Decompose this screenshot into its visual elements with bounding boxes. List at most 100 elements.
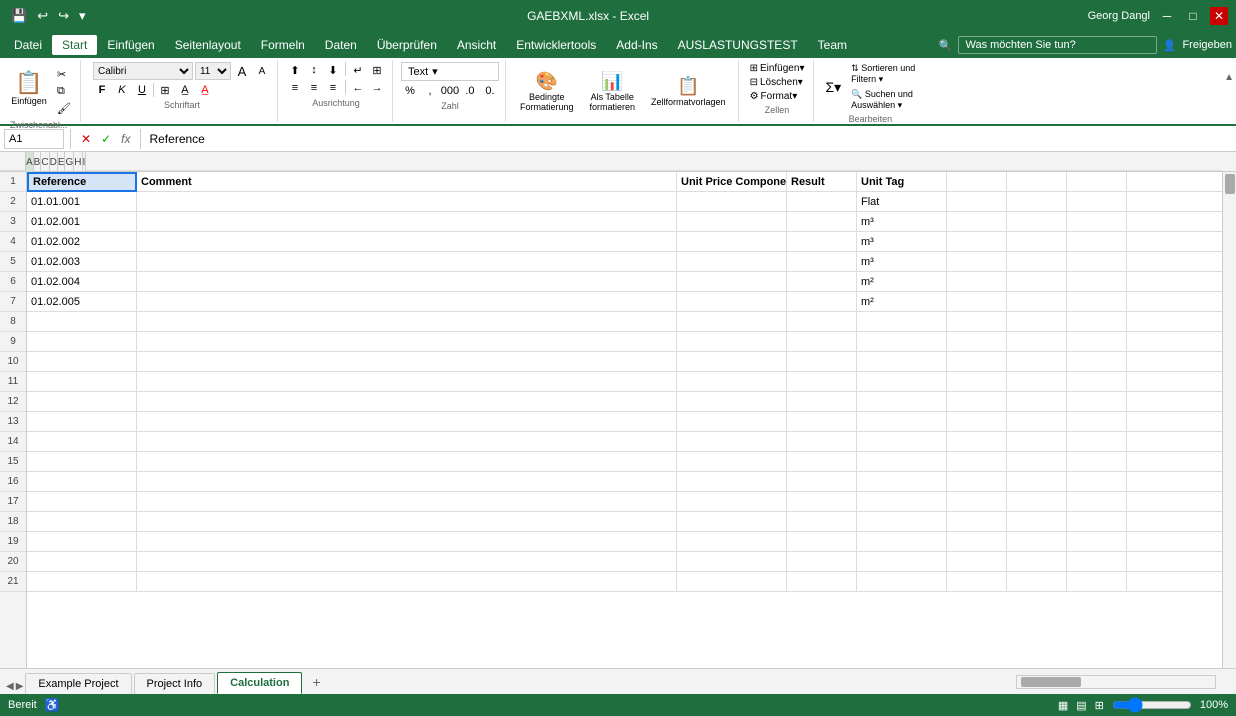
cell-H19[interactable]: [1007, 532, 1067, 552]
cell-C3[interactable]: [677, 212, 787, 232]
copy-button[interactable]: ⧉: [54, 84, 74, 99]
row-num-18[interactable]: 18: [0, 512, 26, 532]
cell-I1[interactable]: [1067, 172, 1127, 192]
cell-A13[interactable]: [27, 412, 137, 432]
row-num-17[interactable]: 17: [0, 492, 26, 512]
cell-I8[interactable]: [1067, 312, 1127, 332]
cell-I4[interactable]: [1067, 232, 1127, 252]
cell-C8[interactable]: [677, 312, 787, 332]
cell-E2[interactable]: Flat: [857, 192, 947, 212]
cell-G21[interactable]: [947, 572, 1007, 592]
page-layout-button[interactable]: ▤: [1076, 699, 1086, 712]
cell-G9[interactable]: [947, 332, 1007, 352]
cell-E6[interactable]: m²: [857, 272, 947, 292]
cell-E4[interactable]: m³: [857, 232, 947, 252]
cell-B7[interactable]: [137, 292, 677, 312]
menu-einfuegen[interactable]: Einfügen: [97, 35, 164, 55]
cut-button[interactable]: ✂: [54, 67, 74, 82]
cell-A3[interactable]: 01.02.001: [27, 212, 137, 232]
cell-B18[interactable]: [137, 512, 677, 532]
cell-H14[interactable]: [1007, 432, 1067, 452]
name-box[interactable]: [4, 129, 64, 149]
cell-D6[interactable]: [787, 272, 857, 292]
horizontal-scrollbar[interactable]: [1016, 675, 1216, 689]
cell-C13[interactable]: [677, 412, 787, 432]
cell-G5[interactable]: [947, 252, 1007, 272]
row-num-12[interactable]: 12: [0, 392, 26, 412]
cell-B1[interactable]: Comment: [137, 172, 677, 192]
cell-B9[interactable]: [137, 332, 677, 352]
cell-H15[interactable]: [1007, 452, 1067, 472]
cell-I21[interactable]: [1067, 572, 1127, 592]
cell-E8[interactable]: [857, 312, 947, 332]
cell-H6[interactable]: [1007, 272, 1067, 292]
cell-B5[interactable]: [137, 252, 677, 272]
row-num-5[interactable]: 5: [0, 252, 26, 272]
format-painter-button[interactable]: 🖌: [54, 101, 74, 116]
sheet-tab-example-project[interactable]: Example Project: [25, 673, 131, 694]
cell-B12[interactable]: [137, 392, 677, 412]
wrap-text-button[interactable]: ↵: [349, 62, 367, 78]
cell-A11[interactable]: [27, 372, 137, 392]
cell-H1[interactable]: [1007, 172, 1067, 192]
vertical-scrollbar[interactable]: [1222, 172, 1236, 668]
format-cells-button[interactable]: ⚙ Format ▾: [747, 90, 808, 103]
cell-D12[interactable]: [787, 392, 857, 412]
cell-A4[interactable]: 01.02.002: [27, 232, 137, 252]
cell-B11[interactable]: [137, 372, 677, 392]
cell-E15[interactable]: [857, 452, 947, 472]
comma-button[interactable]: ,: [421, 83, 439, 99]
cell-C2[interactable]: [677, 192, 787, 212]
percent-button[interactable]: %: [401, 83, 419, 99]
cell-E9[interactable]: [857, 332, 947, 352]
cell-A16[interactable]: [27, 472, 137, 492]
cell-D17[interactable]: [787, 492, 857, 512]
col-header-c[interactable]: C: [41, 152, 49, 172]
redo-button[interactable]: ↪: [55, 6, 72, 26]
cell-G20[interactable]: [947, 552, 1007, 572]
row-num-19[interactable]: 19: [0, 532, 26, 552]
sheet-tab-project-info[interactable]: Project Info: [134, 673, 216, 694]
cell-H3[interactable]: [1007, 212, 1067, 232]
cell-H8[interactable]: [1007, 312, 1067, 332]
menu-seitenlayout[interactable]: Seitenlayout: [165, 35, 251, 55]
number-format-dropdown[interactable]: Text ▾: [401, 62, 499, 81]
cell-B4[interactable]: [137, 232, 677, 252]
cell-A1[interactable]: Reference: [27, 172, 137, 192]
bold-button[interactable]: F: [93, 82, 111, 98]
cell-H20[interactable]: [1007, 552, 1067, 572]
cell-E5[interactable]: m³: [857, 252, 947, 272]
cell-G7[interactable]: [947, 292, 1007, 312]
cell-G19[interactable]: [947, 532, 1007, 552]
cell-C1[interactable]: Unit Price Component: [677, 172, 787, 192]
cell-E18[interactable]: [857, 512, 947, 532]
cell-B21[interactable]: [137, 572, 677, 592]
cell-D16[interactable]: [787, 472, 857, 492]
cell-C9[interactable]: [677, 332, 787, 352]
menu-addins[interactable]: Add-Ins: [606, 35, 667, 55]
row-num-21[interactable]: 21: [0, 572, 26, 592]
cell-I5[interactable]: [1067, 252, 1127, 272]
cell-D20[interactable]: [787, 552, 857, 572]
cell-H5[interactable]: [1007, 252, 1067, 272]
paste-button[interactable]: 📋 Einfügen: [4, 60, 54, 116]
row-num-10[interactable]: 10: [0, 352, 26, 372]
cell-C19[interactable]: [677, 532, 787, 552]
cell-A9[interactable]: [27, 332, 137, 352]
cell-E16[interactable]: [857, 472, 947, 492]
row-num-15[interactable]: 15: [0, 452, 26, 472]
cell-H16[interactable]: [1007, 472, 1067, 492]
sort-filter-button[interactable]: ⇅ Sortieren undFiltern ▾: [848, 62, 918, 86]
merge-button[interactable]: ⊞: [368, 62, 386, 78]
italic-button[interactable]: K: [113, 82, 131, 98]
cell-C12[interactable]: [677, 392, 787, 412]
cell-H9[interactable]: [1007, 332, 1067, 352]
cell-G14[interactable]: [947, 432, 1007, 452]
collapse-ribbon-button[interactable]: ▲: [1222, 70, 1236, 85]
cell-G8[interactable]: [947, 312, 1007, 332]
cell-A14[interactable]: [27, 432, 137, 452]
cell-A10[interactable]: [27, 352, 137, 372]
cell-styles-button[interactable]: 📋 Zellformatvorlagen: [645, 63, 732, 119]
cell-E3[interactable]: m³: [857, 212, 947, 232]
page-break-button[interactable]: ⊞: [1095, 699, 1104, 712]
